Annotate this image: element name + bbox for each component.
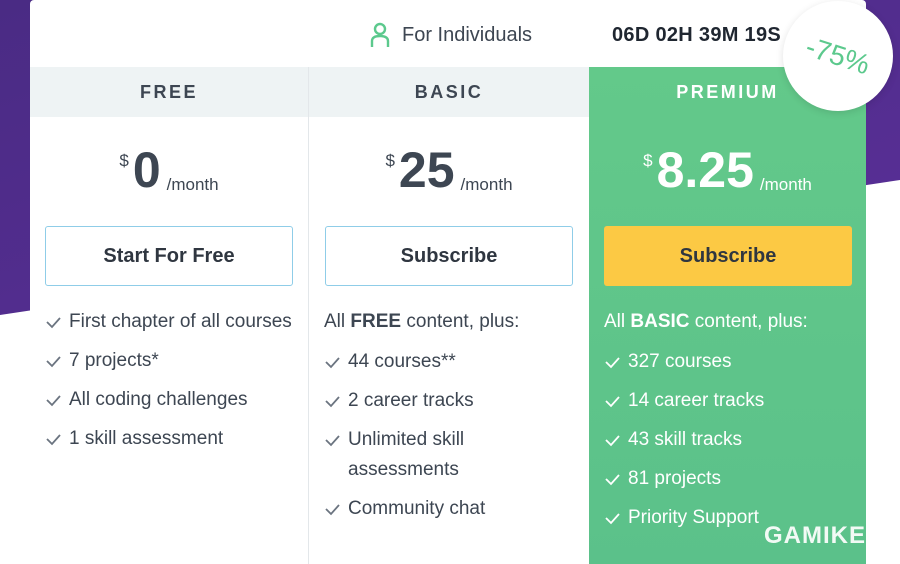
- check-icon: [605, 513, 620, 525]
- feature-item: 2 career tracks: [324, 386, 574, 416]
- feature-item: 1 skill assessment: [45, 424, 295, 454]
- check-icon: [325, 504, 340, 516]
- feature-item: First chapter of all courses: [45, 307, 295, 337]
- discount-text: -75%: [802, 30, 875, 81]
- feature-item: 43 skill tracks: [604, 425, 854, 455]
- feature-intro: All BASIC content, plus:: [604, 311, 808, 332]
- plan-free: FREE $ 0 /month Start For Free First cha…: [30, 67, 309, 564]
- feature-item: Unlimited skill assessments: [324, 425, 574, 485]
- price-period: /month: [166, 175, 219, 194]
- feature-item: 14 career tracks: [604, 386, 854, 416]
- feature-list: All FREE content, plus: 44 courses** 2 c…: [324, 307, 574, 533]
- check-icon: [605, 435, 620, 447]
- plan-price: $ 8.25 /month: [589, 145, 866, 195]
- plan-premium: PREMIUM $ 8.25 /month Subscribe All BASI…: [589, 67, 866, 564]
- feature-list: First chapter of all courses 7 projects*…: [45, 307, 295, 463]
- check-icon: [605, 357, 620, 369]
- price-amount: 8.25: [656, 142, 754, 198]
- check-icon: [605, 396, 620, 408]
- currency-symbol: $: [119, 151, 129, 170]
- feature-item: Community chat: [324, 494, 574, 524]
- feature-item: 81 projects: [604, 464, 854, 494]
- currency-symbol: $: [385, 151, 395, 170]
- subscribe-basic-button[interactable]: Subscribe: [325, 226, 573, 286]
- feature-item: 7 projects*: [45, 346, 295, 376]
- feature-item: All coding challenges: [45, 385, 295, 415]
- discount-badge: -75%: [783, 1, 893, 111]
- plan-basic: BASIC $ 25 /month Subscribe All FREE con…: [309, 67, 589, 564]
- subscribe-premium-button[interactable]: Subscribe: [604, 226, 852, 286]
- check-icon: [605, 474, 620, 486]
- check-icon: [46, 434, 61, 446]
- pricing-card: For Individuals 06D 02H 39M 19S FREE $ 0…: [30, 0, 866, 564]
- feature-list: All BASIC content, plus: 327 courses 14 …: [604, 307, 854, 542]
- plan-name: FREE: [30, 67, 308, 117]
- plan-price: $ 25 /month: [309, 145, 589, 195]
- currency-symbol: $: [643, 151, 653, 170]
- audience-label: For Individuals: [402, 23, 533, 46]
- check-icon: [325, 435, 340, 447]
- price-period: /month: [460, 175, 513, 194]
- plan-name: BASIC: [309, 67, 589, 117]
- price-amount: 25: [398, 142, 455, 198]
- check-icon: [46, 395, 61, 407]
- feature-item: 44 courses**: [324, 347, 574, 377]
- watermark: GAMIKEY.com: [764, 522, 900, 549]
- start-for-free-button[interactable]: Start For Free: [45, 226, 293, 286]
- feature-intro: All FREE content, plus:: [324, 311, 520, 332]
- price-amount: 0: [132, 142, 161, 198]
- plan-price: $ 0 /month: [30, 145, 308, 195]
- pricing-top-bar: For Individuals 06D 02H 39M 19S: [30, 0, 866, 67]
- price-period: /month: [759, 175, 812, 194]
- check-icon: [325, 396, 340, 408]
- check-icon: [46, 356, 61, 368]
- person-icon: [370, 22, 390, 47]
- audience-selector[interactable]: For Individuals: [370, 21, 532, 49]
- check-icon: [46, 317, 61, 329]
- feature-item: 327 courses: [604, 347, 854, 377]
- check-icon: [325, 357, 340, 369]
- countdown-timer: 06D 02H 39M 19S: [612, 24, 782, 46]
